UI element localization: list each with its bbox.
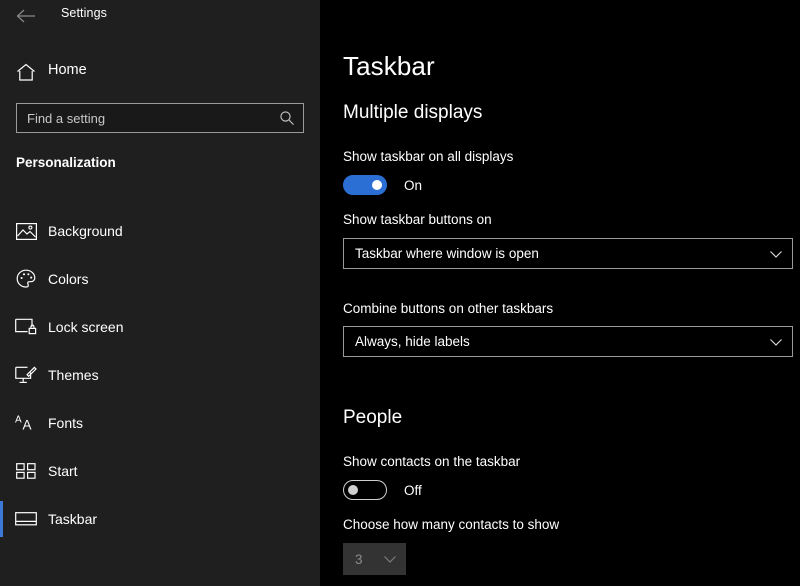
section-heading-people: People [343,407,403,428]
selection-indicator [0,213,3,249]
dropdown-show-taskbar-buttons-on[interactable]: Taskbar where window is open [343,238,793,269]
page-title: Taskbar [343,51,435,81]
toggle-show-taskbar-all-displays[interactable]: On [343,175,422,195]
sidebar-item-fonts[interactable]: A A Fonts [0,399,320,447]
settings-window: Settings Home Personalization [0,0,800,586]
dropdown-combine-buttons-other-taskbars[interactable]: Always, hide labels [343,326,793,357]
monitor-lock-icon [14,315,38,339]
palette-icon [14,267,38,291]
toggle-knob [372,180,382,190]
toggle-show-contacts-on-taskbar[interactable]: Off [343,480,422,500]
dropdown-contacts-count: 3 [343,543,406,575]
image-icon [14,219,38,243]
font-size-icon: A A [14,411,38,435]
sidebar-item-taskbar[interactable]: Taskbar [0,495,320,543]
label-show-taskbar-all-displays: Show taskbar on all displays [343,149,514,164]
sidebar-item-label: Start [48,463,78,479]
sidebar-item-label: Lock screen [48,319,124,335]
toggle-knob [348,485,358,495]
label-combine-buttons-other-taskbars: Combine buttons on other taskbars [343,301,554,316]
sidebar-item-label: Background [48,223,123,239]
sidebar-item-label: Themes [48,367,99,383]
window-title: Settings [61,6,107,20]
sidebar-item-lock-screen[interactable]: Lock screen [0,303,320,351]
sidebar-item-label: Fonts [48,415,84,431]
label-show-taskbar-buttons-on: Show taskbar buttons on [343,212,492,227]
selection-indicator [0,261,3,297]
main-content: Taskbar Multiple displays Show taskbar o… [320,0,800,586]
toggle-switch[interactable] [343,175,387,195]
label-choose-how-many-contacts: Choose how many contacts to show [343,517,560,532]
toggle-state-label: Off [404,482,422,498]
sidebar-home-label: Home [48,62,87,78]
selection-indicator [0,405,3,441]
selection-indicator [0,453,3,489]
toggle-state-label: On [404,177,423,193]
search-icon[interactable] [279,110,295,126]
toggle-switch[interactable] [343,480,387,500]
chevron-down-icon [769,247,783,261]
sidebar-item-home[interactable]: Home [0,58,320,86]
sidebar-item-background[interactable]: Background [0,207,320,255]
dropdown-value: Taskbar where window is open [355,246,539,261]
svg-text:A: A [15,415,22,426]
taskbar-icon [14,507,38,531]
sidebar-item-themes[interactable]: Themes [0,351,320,399]
selection-indicator [0,501,3,537]
selection-indicator [0,357,3,393]
sidebar-item-colors[interactable]: Colors [0,255,320,303]
sidebar: Settings Home Personalization [0,0,320,586]
home-icon [14,60,38,84]
search-input[interactable] [27,104,277,132]
back-arrow-icon[interactable] [12,3,40,29]
svg-text:A: A [23,418,32,433]
tiles-grid-icon [14,459,38,483]
chevron-down-icon [769,335,783,349]
title-bar: Settings [0,0,320,32]
label-show-contacts-on-taskbar: Show contacts on the taskbar [343,454,521,469]
sidebar-item-start[interactable]: Start [0,447,320,495]
sidebar-section-label: Personalization [16,155,116,170]
dropdown-value: Always, hide labels [355,334,470,349]
sidebar-nav: Background Colors Lock screen Themes A A… [0,207,320,543]
chevron-down-icon [383,552,397,566]
sidebar-item-label: Colors [48,271,89,287]
monitor-brush-icon [14,363,38,387]
search-box[interactable] [16,103,304,133]
selection-indicator [0,309,3,345]
dropdown-value: 3 [355,551,363,567]
sidebar-item-label: Taskbar [48,511,98,527]
section-heading-multiple-displays: Multiple displays [343,102,483,123]
